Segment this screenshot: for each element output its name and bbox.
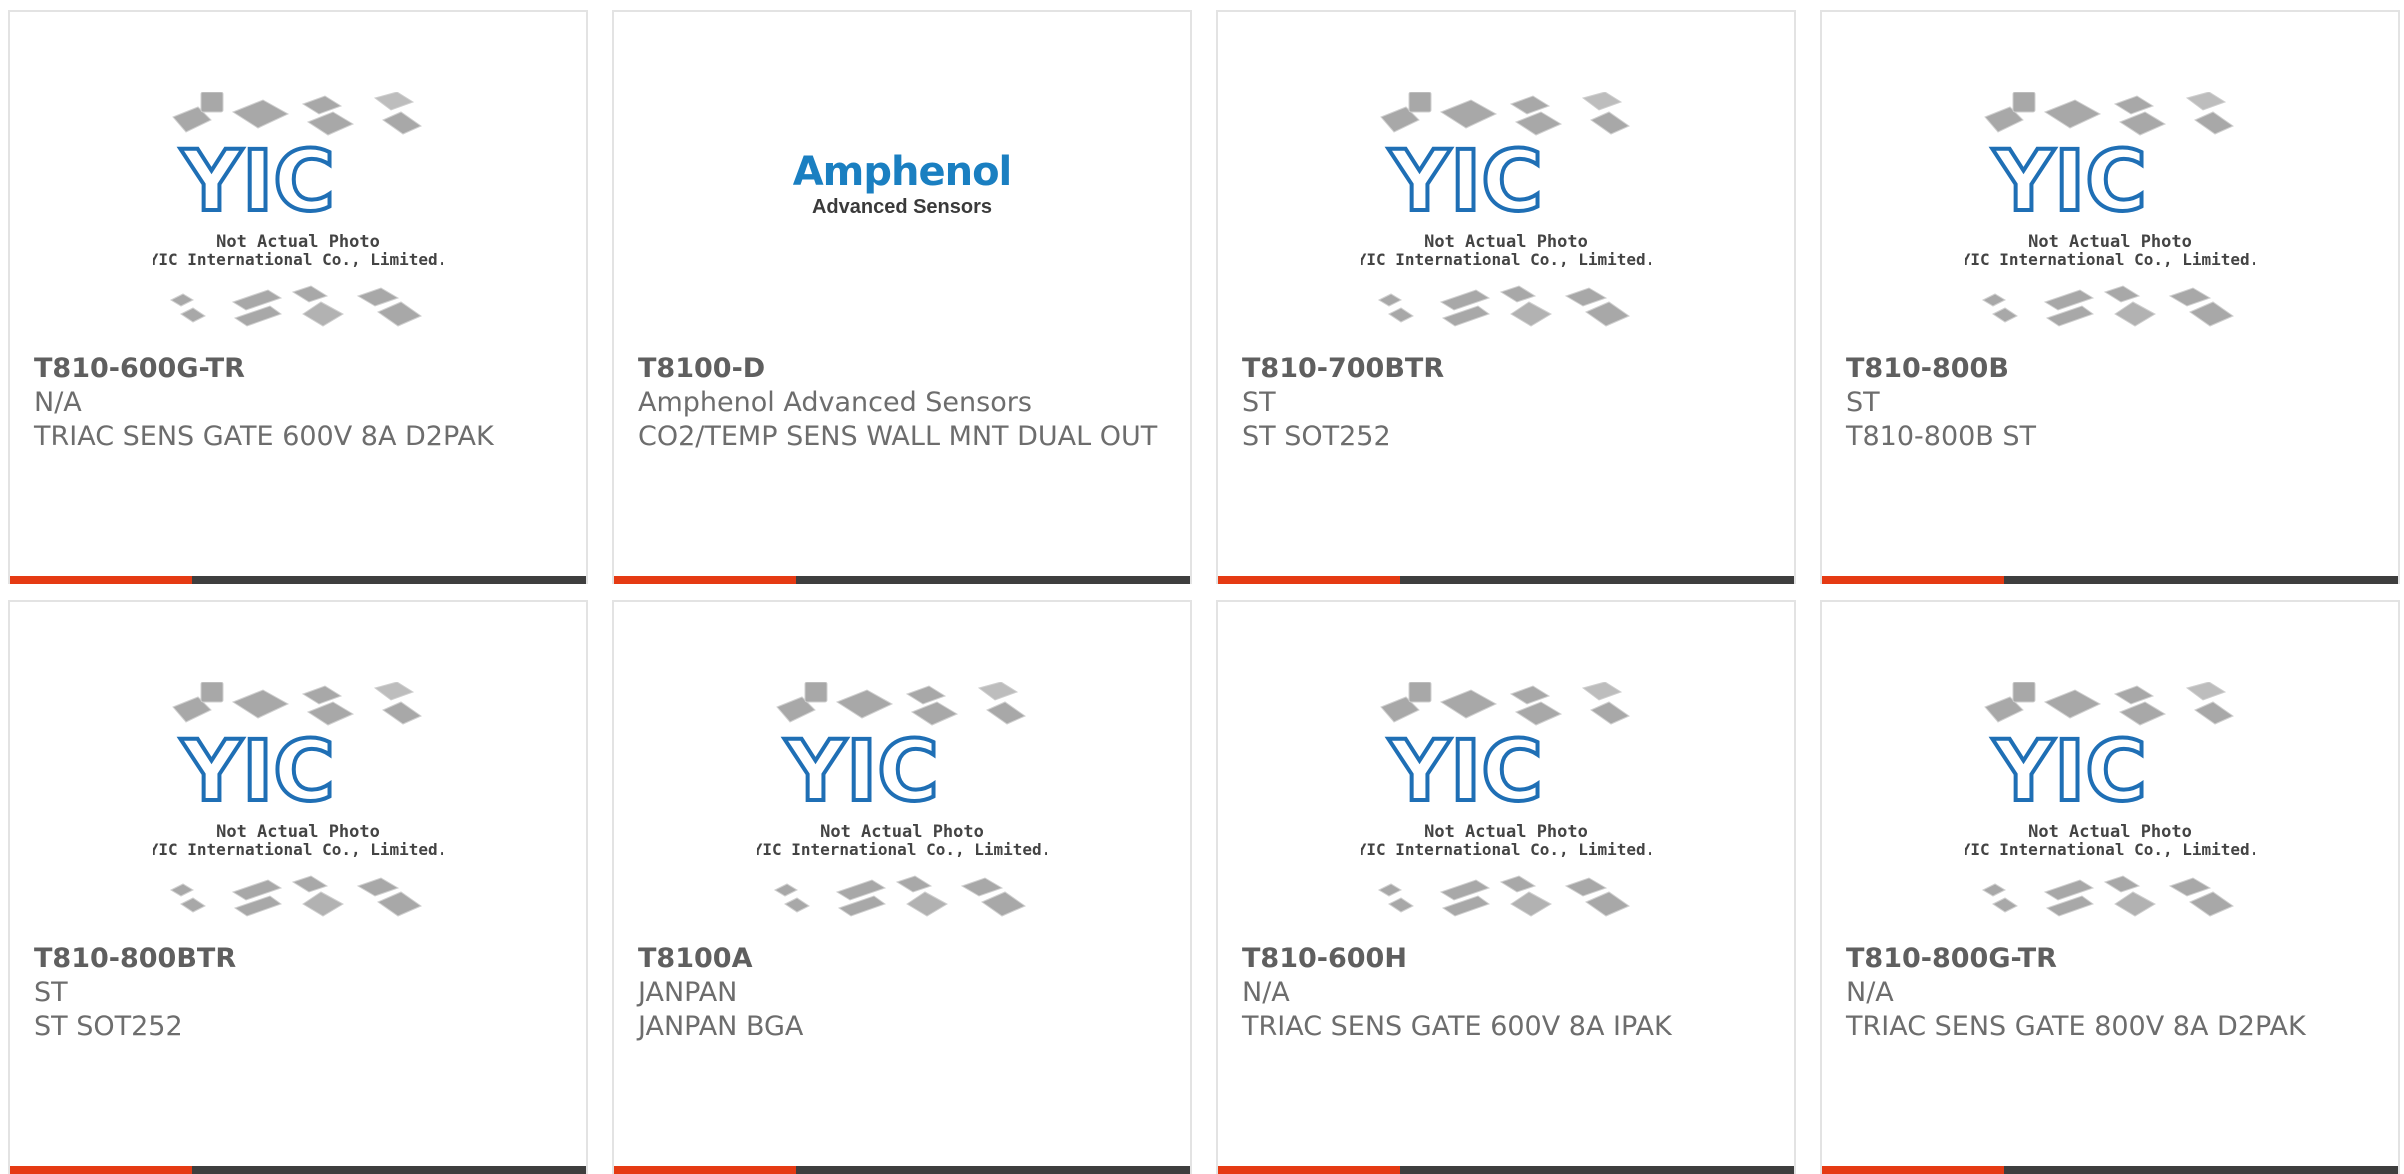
manufacturer: N/A	[1846, 977, 1894, 1008]
product-description: ST SOT252	[1242, 421, 1391, 452]
manufacturer: Amphenol Advanced Sensors	[638, 387, 1032, 418]
not-actual-photo-image: YIC Not Actual Photo YIC International C…	[757, 682, 1047, 917]
product-card[interactable]: YIC Not Actual Photo YIC International C…	[1216, 10, 1796, 584]
part-number-link[interactable]: T810-600H	[1242, 942, 1774, 976]
product-image: YIC Not Actual Photo YIC International C…	[1218, 682, 1794, 942]
not-actual-photo-image: YIC Not Actual Photo YIC International C…	[1361, 682, 1651, 917]
manufacturer: JANPAN	[638, 977, 738, 1008]
product-card[interactable]: YIC Not Actual Photo YIC International C…	[1216, 600, 1796, 1174]
svg-text:YIC International Co., Limited: YIC International Co., Limited.	[153, 840, 443, 859]
manufacturer: N/A	[1242, 977, 1290, 1008]
not-actual-photo-image: YIC Not Actual Photo YIC International C…	[153, 682, 443, 917]
svg-text:Not Actual Photo: Not Actual Photo	[216, 232, 380, 252]
brand-subtitle: Advanced Sensors	[811, 196, 993, 218]
product-info: T8100A JANPAN JANPAN BGA	[638, 942, 1170, 1044]
svg-text:YIC International Co., Limited: YIC International Co., Limited.	[1361, 840, 1651, 859]
svg-text:YIC International Co., Limited: YIC International Co., Limited.	[1361, 250, 1651, 269]
svg-text:YIC International Co., Limited: YIC International Co., Limited.	[757, 840, 1047, 859]
svg-text:Not Actual Photo: Not Actual Photo	[1424, 232, 1588, 252]
card-accent	[614, 1166, 796, 1174]
product-card[interactable]: Amphenol Advanced Sensors T8100-D Amphen…	[612, 10, 1192, 584]
card-bottom-bar	[1218, 1166, 1794, 1174]
card-bottom-bar	[1822, 576, 2398, 584]
manufacturer: ST	[1846, 387, 1880, 418]
product-info: T810-700BTR ST ST SOT252	[1242, 352, 1774, 454]
product-image: YIC Not Actual Photo YIC International C…	[1822, 682, 2398, 942]
product-description: JANPAN BGA	[638, 1011, 804, 1042]
product-description: CO2/TEMP SENS WALL MNT DUAL OUT	[638, 421, 1158, 452]
product-description: ST SOT252	[34, 1011, 183, 1042]
card-accent	[10, 1166, 192, 1174]
svg-text:Not Actual Photo: Not Actual Photo	[2028, 232, 2192, 252]
card-bottom-bar	[614, 1166, 1190, 1174]
card-accent	[1822, 1166, 2004, 1174]
product-image: YIC Not Actual Photo YIC International C…	[10, 682, 586, 942]
svg-text:YIC: YIC	[1388, 132, 1543, 230]
manufacturer: ST	[34, 977, 68, 1008]
product-info: T810-800B ST T810-800B ST	[1846, 352, 2378, 454]
product-info: T810-800G-TR N/A TRIAC SENS GATE 800V 8A…	[1846, 942, 2378, 1044]
svg-text:YIC International Co., Limited: YIC International Co., Limited.	[1965, 840, 2255, 859]
product-image: YIC Not Actual Photo YIC International C…	[1822, 92, 2398, 352]
svg-text:Not Actual Photo: Not Actual Photo	[1424, 822, 1588, 842]
not-actual-photo-image: YIC Not Actual Photo YIC International C…	[1361, 92, 1651, 327]
svg-text:YIC: YIC	[180, 132, 335, 230]
svg-text:Not Actual Photo: Not Actual Photo	[216, 822, 380, 842]
product-card[interactable]: YIC Not Actual Photo YIC International C…	[612, 600, 1192, 1174]
product-description: T810-800B ST	[1846, 421, 2037, 452]
product-card[interactable]: YIC Not Actual Photo YIC International C…	[1820, 600, 2400, 1174]
product-card[interactable]: YIC Not Actual Photo YIC International C…	[1820, 10, 2400, 584]
card-bottom-bar	[1822, 1166, 2398, 1174]
svg-text:YIC International Co., Limited: YIC International Co., Limited.	[1965, 250, 2255, 269]
manufacturer: N/A	[34, 387, 82, 418]
card-bottom-bar	[614, 576, 1190, 584]
card-accent	[1218, 576, 1400, 584]
part-number-link[interactable]: T810-700BTR	[1242, 352, 1774, 386]
svg-text:YIC: YIC	[1992, 722, 2147, 820]
card-accent	[1218, 1166, 1400, 1174]
part-number-link[interactable]: T810-800BTR	[34, 942, 566, 976]
product-card[interactable]: YIC Not Actual Photo YIC International C…	[8, 10, 588, 584]
svg-text:YIC: YIC	[1992, 132, 2147, 230]
svg-text:YIC: YIC	[784, 722, 939, 820]
product-info: T810-600G-TR N/A TRIAC SENS GATE 600V 8A…	[34, 352, 566, 454]
product-info: T810-600H N/A TRIAC SENS GATE 600V 8A IP…	[1242, 942, 1774, 1044]
svg-text:YIC: YIC	[1388, 722, 1543, 820]
manufacturer: ST	[1242, 387, 1276, 418]
not-actual-photo-image: YIC Not Actual Photo YIC International C…	[153, 92, 443, 327]
card-bottom-bar	[10, 1166, 586, 1174]
part-number-link[interactable]: T810-800G-TR	[1846, 942, 2378, 976]
svg-text:Not Actual Photo: Not Actual Photo	[820, 822, 984, 842]
not-actual-photo-image: YIC Not Actual Photo YIC International C…	[1965, 682, 2255, 917]
svg-text:Not Actual Photo: Not Actual Photo	[2028, 822, 2192, 842]
product-info: T8100-D Amphenol Advanced Sensors CO2/TE…	[638, 352, 1170, 454]
product-description: TRIAC SENS GATE 800V 8A D2PAK	[1846, 1011, 2306, 1042]
card-accent	[10, 576, 192, 584]
card-bottom-bar	[10, 576, 586, 584]
card-accent	[1822, 576, 2004, 584]
part-number-link[interactable]: T8100-D	[638, 352, 1170, 386]
brand-name: Amphenol	[792, 149, 1013, 195]
svg-text:YIC: YIC	[180, 722, 335, 820]
product-image: YIC Not Actual Photo YIC International C…	[614, 682, 1190, 942]
product-image: YIC Not Actual Photo YIC International C…	[10, 92, 586, 352]
product-grid: YIC Not Actual Photo YIC International C…	[8, 10, 2400, 1174]
not-actual-photo-image: YIC Not Actual Photo YIC International C…	[1965, 92, 2255, 327]
amphenol-logo: Amphenol Advanced Sensors	[614, 150, 1190, 218]
part-number-link[interactable]: T8100A	[638, 942, 1170, 976]
card-accent	[614, 576, 796, 584]
product-description: TRIAC SENS GATE 600V 8A D2PAK	[34, 421, 494, 452]
part-number-link[interactable]: T810-600G-TR	[34, 352, 566, 386]
product-image: YIC Not Actual Photo YIC International C…	[1218, 92, 1794, 352]
svg-text:YIC International Co., Limited: YIC International Co., Limited.	[153, 250, 443, 269]
product-card[interactable]: YIC Not Actual Photo YIC International C…	[8, 600, 588, 1174]
product-description: TRIAC SENS GATE 600V 8A IPAK	[1242, 1011, 1672, 1042]
part-number-link[interactable]: T810-800B	[1846, 352, 2378, 386]
product-info: T810-800BTR ST ST SOT252	[34, 942, 566, 1044]
card-bottom-bar	[1218, 576, 1794, 584]
